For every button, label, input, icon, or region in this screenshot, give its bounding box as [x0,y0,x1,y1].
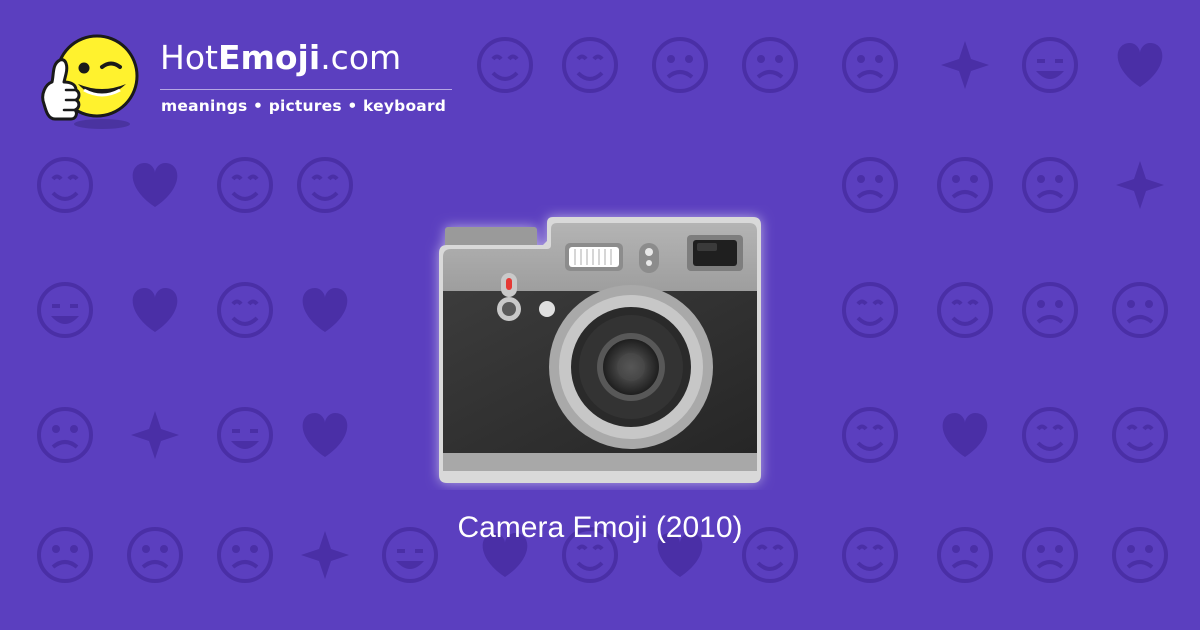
brand-divider [160,89,452,90]
expressionless-face-icon [1022,37,1078,93]
sleeping-face-icon [1022,157,1078,213]
site-name[interactable]: HotEmoji.com [160,38,401,77]
music-notes-icon [297,157,353,213]
angry-face-icon [302,413,348,457]
heart-icon [37,407,93,463]
striped-heart-icon [132,288,178,332]
tongue-out-face-icon [842,282,898,338]
smirking-face-icon [37,157,93,213]
fire-icon [942,413,988,457]
victory-hand-icon [937,157,993,213]
smiling-imp-icon [217,407,273,463]
frowning-face-icon [937,282,993,338]
left-arrow-icon [842,407,898,463]
party-popper-icon [1022,407,1078,463]
hearts-icon [652,37,708,93]
thumbs-up-winking-face-icon [41,34,139,129]
weary-face-icon [842,37,898,93]
revolving-hearts-icon [1112,282,1168,338]
see-no-evil-monkey-icon [842,157,898,213]
ok-hand-icon [941,41,989,89]
emoji-caption: Camera Emoji (2010) [457,511,743,544]
raising-hands-icon [217,157,273,213]
site-name-suffix: .com [320,38,402,77]
fearful-face-icon [131,411,179,459]
grinning-face-icon [1116,161,1164,209]
eyes-icon [1117,43,1163,87]
rose-icon [1112,407,1168,463]
kiss-face-icon [562,37,618,93]
site-name-bold: Emoji [217,38,321,77]
confused-face-icon [302,288,348,332]
broken-heart-icon [217,282,273,338]
heart-with-arrow-icon [1022,282,1078,338]
camera-icon [439,217,761,483]
sparkles-icon [37,282,93,338]
recycle-icon [132,163,178,207]
smiling-face-icon [742,37,798,93]
site-tagline: meanings • pictures • keyboard [161,97,447,115]
relieved-face-icon [477,37,533,93]
site-name-prefix: Hot [160,38,218,77]
